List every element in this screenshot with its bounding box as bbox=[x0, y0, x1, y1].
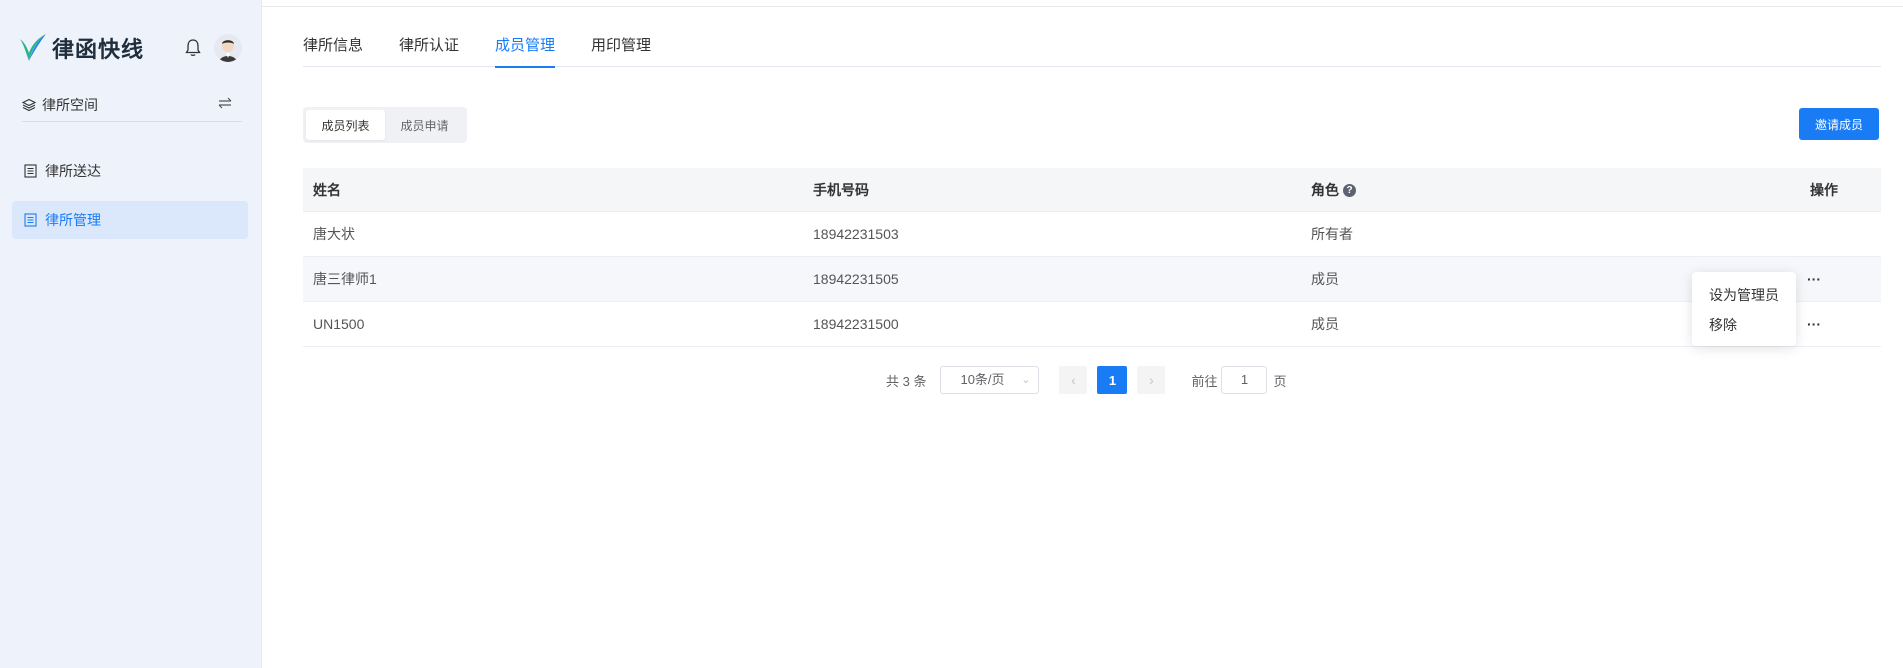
cell-role: 成员 bbox=[1311, 271, 1339, 287]
sidebar-item-label: 律所管理 bbox=[45, 212, 101, 228]
table-row: 唐三律师1 18942231505 成员 ··· bbox=[303, 257, 1881, 302]
table-row: 唐大状 18942231503 所有者 bbox=[303, 212, 1881, 257]
sidebar-item-delivery[interactable]: 律所送达 bbox=[12, 152, 248, 190]
chevron-left-icon: ‹ bbox=[1071, 372, 1076, 388]
sidebar-item-management[interactable]: 律所管理 bbox=[12, 201, 248, 239]
prev-page-button[interactable]: ‹ bbox=[1059, 366, 1088, 394]
cell-name: UN1500 bbox=[313, 316, 365, 332]
bell-icon[interactable] bbox=[181, 36, 205, 60]
cell-name: 唐三律师1 bbox=[313, 271, 377, 287]
chevron-down-icon: ⌄ bbox=[1021, 374, 1031, 386]
cell-role: 所有者 bbox=[1311, 226, 1353, 242]
member-view-switch: 成员列表 成员申请 bbox=[303, 107, 467, 143]
space-switcher[interactable]: 律所空间 bbox=[22, 88, 242, 122]
avatar[interactable] bbox=[214, 34, 242, 62]
header-name: 姓名 bbox=[313, 181, 341, 198]
table-row: UN1500 18942231500 成员 ··· bbox=[303, 302, 1881, 347]
space-label: 律所空间 bbox=[42, 96, 98, 113]
tab-seal-management[interactable]: 用印管理 bbox=[591, 36, 651, 67]
document-list-icon bbox=[24, 213, 37, 227]
header-role: 角色? bbox=[1311, 180, 1356, 200]
next-page-button[interactable]: › bbox=[1137, 366, 1166, 394]
layers-icon bbox=[22, 98, 36, 111]
cell-phone: 18942231500 bbox=[813, 316, 899, 332]
menu-item-remove[interactable]: 移除 bbox=[1692, 310, 1796, 340]
members-table: 姓名 手机号码 角色? 操作 唐大状 18942231503 所有者 唐三律师1… bbox=[303, 168, 1881, 347]
more-actions-icon[interactable]: ··· bbox=[1807, 317, 1821, 331]
swap-icon[interactable] bbox=[216, 94, 234, 112]
top-divider bbox=[262, 6, 1903, 7]
goto-page-input[interactable]: 1 bbox=[1221, 366, 1268, 394]
page-size-select[interactable]: 10条/页 ⌄ bbox=[940, 366, 1040, 394]
pagination-total: 共 3 条 bbox=[886, 373, 927, 389]
cell-name: 唐大状 bbox=[313, 226, 355, 242]
sidebar: 律函快线 律所空间 律所送达 律所管理 bbox=[0, 0, 262, 668]
tab-bar: 律所信息 律所认证 成员管理 用印管理 bbox=[303, 36, 1881, 68]
user-avatar-icon bbox=[214, 34, 242, 62]
invite-member-button[interactable]: 邀请成员 bbox=[1799, 108, 1879, 140]
cell-phone: 18942231505 bbox=[813, 271, 899, 287]
sidebar-item-label: 律所送达 bbox=[45, 163, 101, 179]
document-icon bbox=[24, 164, 37, 178]
row-actions-menu: 设为管理员 移除 bbox=[1692, 272, 1796, 346]
page-suffix: 页 bbox=[1273, 373, 1287, 389]
tab-member-management[interactable]: 成员管理 bbox=[495, 36, 556, 68]
menu-item-set-admin[interactable]: 设为管理员 bbox=[1692, 280, 1796, 310]
tab-firm-certification[interactable]: 律所认证 bbox=[399, 36, 459, 67]
logo-text: 律函快线 bbox=[52, 37, 145, 62]
table-header: 姓名 手机号码 角色? 操作 bbox=[303, 168, 1881, 212]
tab-firm-info[interactable]: 律所信息 bbox=[303, 36, 363, 67]
cell-role: 成员 bbox=[1311, 316, 1339, 332]
header-phone: 手机号码 bbox=[813, 181, 869, 198]
header-actions: 操作 bbox=[1810, 181, 1838, 198]
help-icon[interactable]: ? bbox=[1343, 184, 1356, 198]
goto-label: 前往 bbox=[1191, 373, 1218, 389]
member-requests-button[interactable]: 成员申请 bbox=[385, 110, 464, 140]
page-size-value: 10条/页 bbox=[960, 372, 1005, 387]
members-list-button[interactable]: 成员列表 bbox=[306, 110, 385, 140]
more-actions-icon[interactable]: ··· bbox=[1807, 272, 1821, 286]
header-role-label: 角色 bbox=[1311, 181, 1339, 198]
logo-icon bbox=[20, 34, 46, 61]
cell-phone: 18942231503 bbox=[813, 226, 899, 242]
page-number-button[interactable]: 1 bbox=[1097, 366, 1128, 394]
chevron-right-icon: › bbox=[1149, 372, 1154, 388]
pagination: 共 3 条 10条/页 ⌄ ‹ 1 › 前往 1 页 bbox=[886, 366, 1287, 394]
logo[interactable]: 律函快线 bbox=[18, 30, 248, 66]
